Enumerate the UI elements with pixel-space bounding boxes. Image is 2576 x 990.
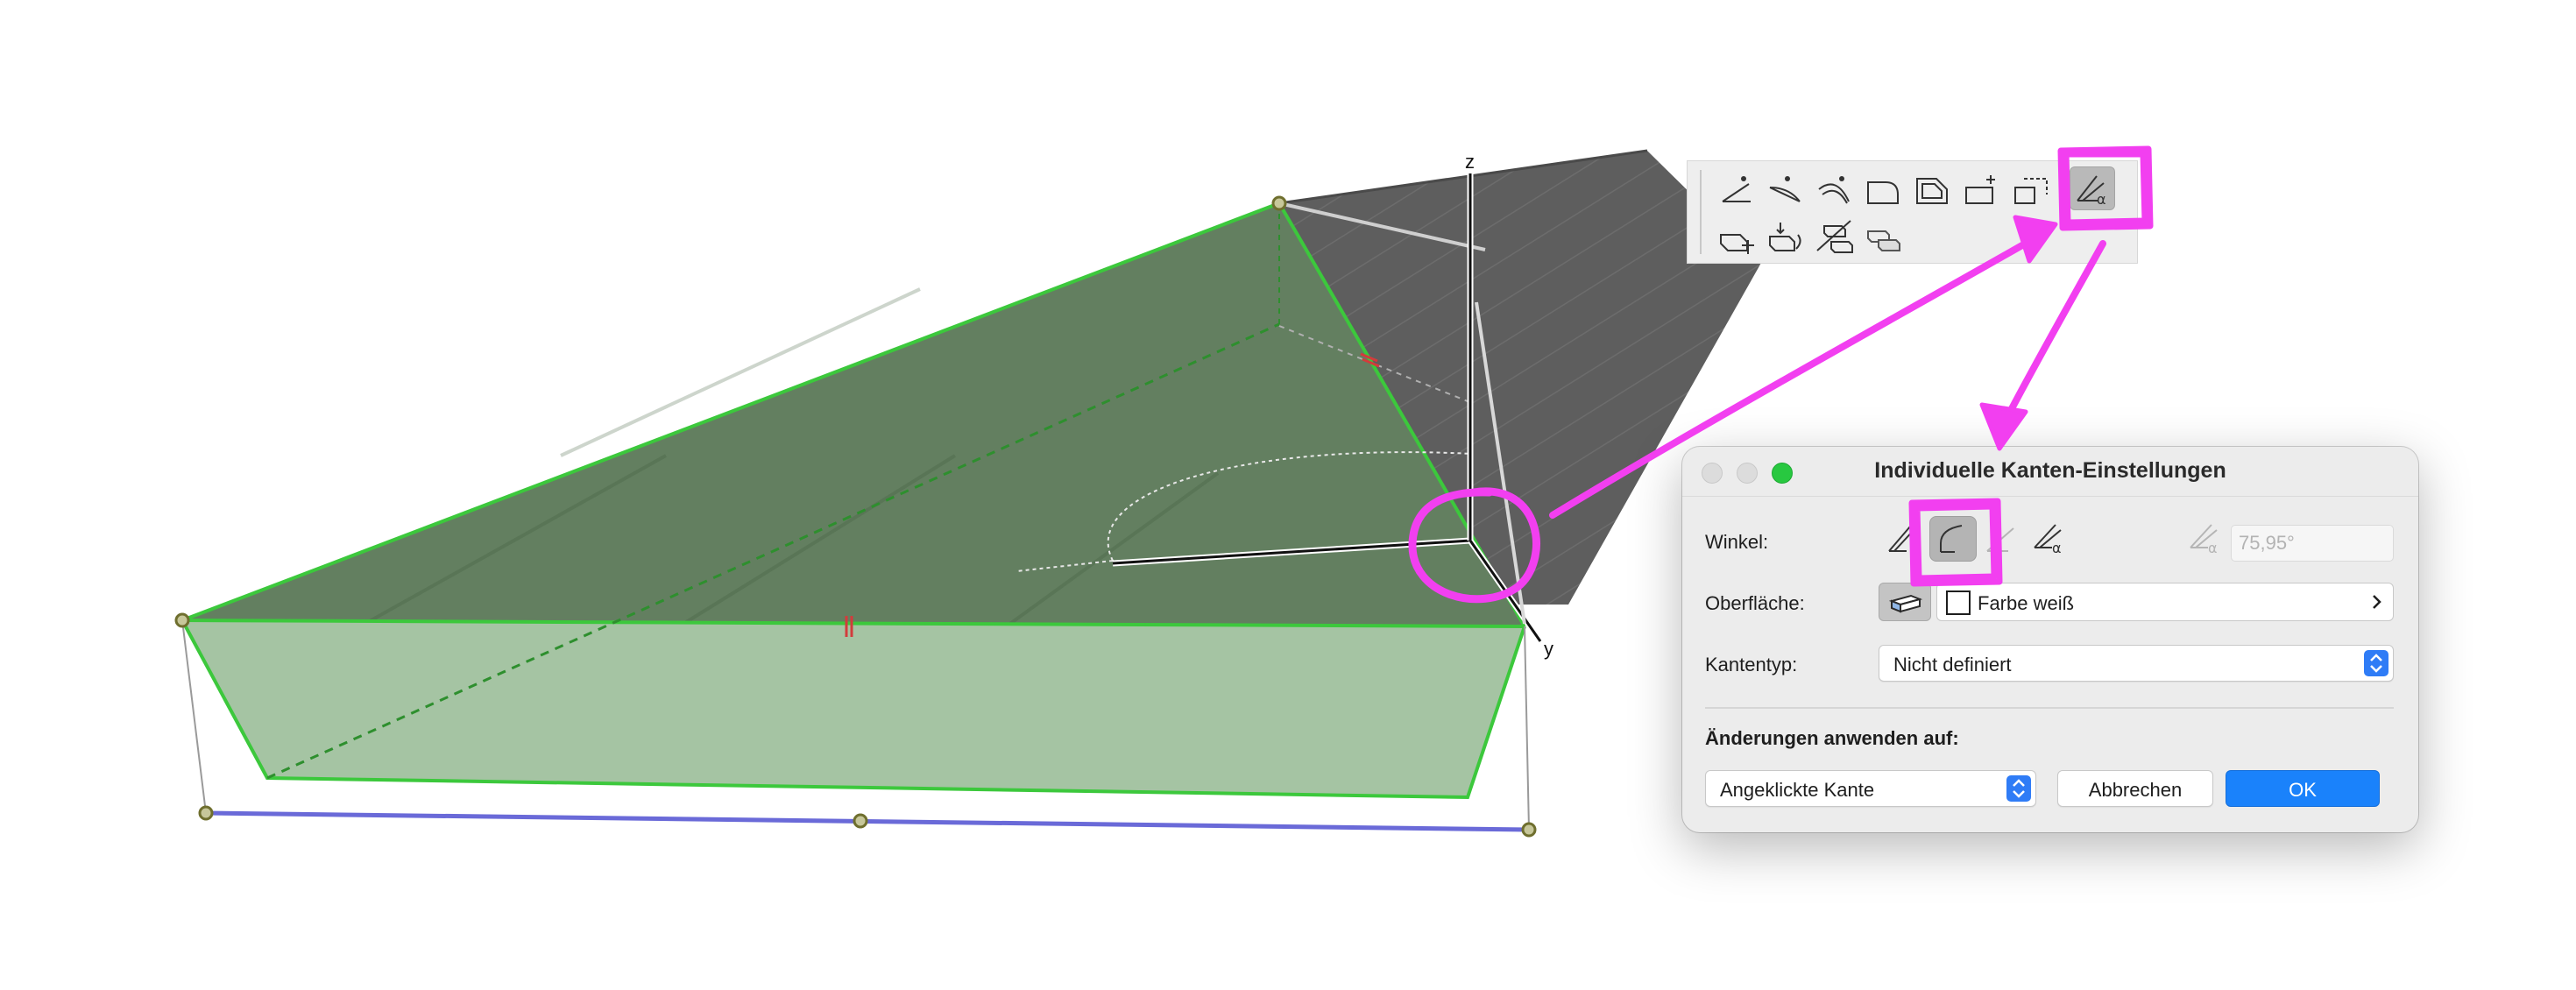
apply-to-value: Angeklickte Kante [1720,779,1875,801]
toolbar-grip[interactable] [1700,170,1702,254]
edge-curve-icon[interactable] [1763,168,1808,212]
handle-bottom-right[interactable] [1521,822,1537,838]
merge-slab-icon[interactable] [1861,216,1907,259]
surface-value: Farbe weiß [1978,592,2075,614]
surface-label: Oberfläche: [1705,592,1805,614]
rotate-node-icon[interactable] [1763,216,1808,259]
handle-top[interactable] [1271,195,1287,211]
apply-section-title: Änderungen anwenden auf: [1705,727,1959,749]
cancel-button[interactable]: Abbrechen [2057,770,2213,807]
offset-dashed-icon[interactable] [2008,168,2054,212]
edge-settings-dialog: Individuelle Kanten-Einstellungen Winkel… [1682,447,2418,832]
edge-tools-toolbar: α [1687,160,2138,264]
edge-type-label: Kantentyp: [1705,654,1798,675]
select-stepper-icon [2364,650,2388,676]
surface-override-icon[interactable] [1879,583,1931,621]
slab-front-face[interactable] [182,620,1525,797]
edge-perpendicular-icon[interactable] [1929,516,1977,562]
chamfer-icon[interactable] [1910,168,1956,212]
handle-bottom-left[interactable] [198,805,214,821]
edge-custom-angle-icon[interactable]: α [2028,516,2075,562]
angle-value-icon: α [2183,516,2231,562]
apply-to-select[interactable]: Angeklickte Kante [1705,770,2036,807]
handle-left[interactable] [174,612,190,628]
edge-type-select[interactable]: Nicht definiert [1879,645,2394,682]
edge-horizontal-icon[interactable] [1978,516,2026,562]
dialog-separator [1705,707,2394,709]
edge-type-value: Nicht definiert [1893,654,2012,675]
offset-add-icon[interactable] [1959,168,2005,212]
rounded-corner-icon[interactable] [1861,168,1907,212]
surface-picker[interactable]: Farbe weiß [1936,583,2394,621]
svg-text:α: α [2052,540,2062,556]
stage: z y α Individuelle Kanten-Einstellungen … [0,0,2576,990]
select-stepper-icon [2006,775,2031,802]
corner-point-icon[interactable] [1714,168,1759,212]
angle-value-field[interactable]: 75,95° [2231,525,2394,562]
z-axis-label: z [1465,151,1475,173]
angle-label: Winkel: [1705,531,1769,553]
y-axis-label: y [1544,638,1553,660]
edge-arc-icon[interactable] [1812,168,1858,212]
handle-bottom-mid[interactable] [853,813,868,829]
chevron-right-icon [2373,595,2381,609]
svg-text:α: α [2097,191,2106,208]
dialog-title: Individuelle Kanten-Einstellungen [1874,458,2226,483]
svg-text:α: α [2208,540,2218,556]
surface-color-swatch [1946,590,1971,615]
split-slab-icon[interactable] [1812,216,1858,259]
dialog-titlebar[interactable]: Individuelle Kanten-Einstellungen [1682,447,2418,497]
ok-button[interactable]: OK [2226,770,2380,807]
move-node-icon[interactable] [1714,216,1759,259]
custom-edge-angle-icon[interactable]: α [2070,166,2115,210]
edge-vertical-icon[interactable] [1880,516,1928,562]
